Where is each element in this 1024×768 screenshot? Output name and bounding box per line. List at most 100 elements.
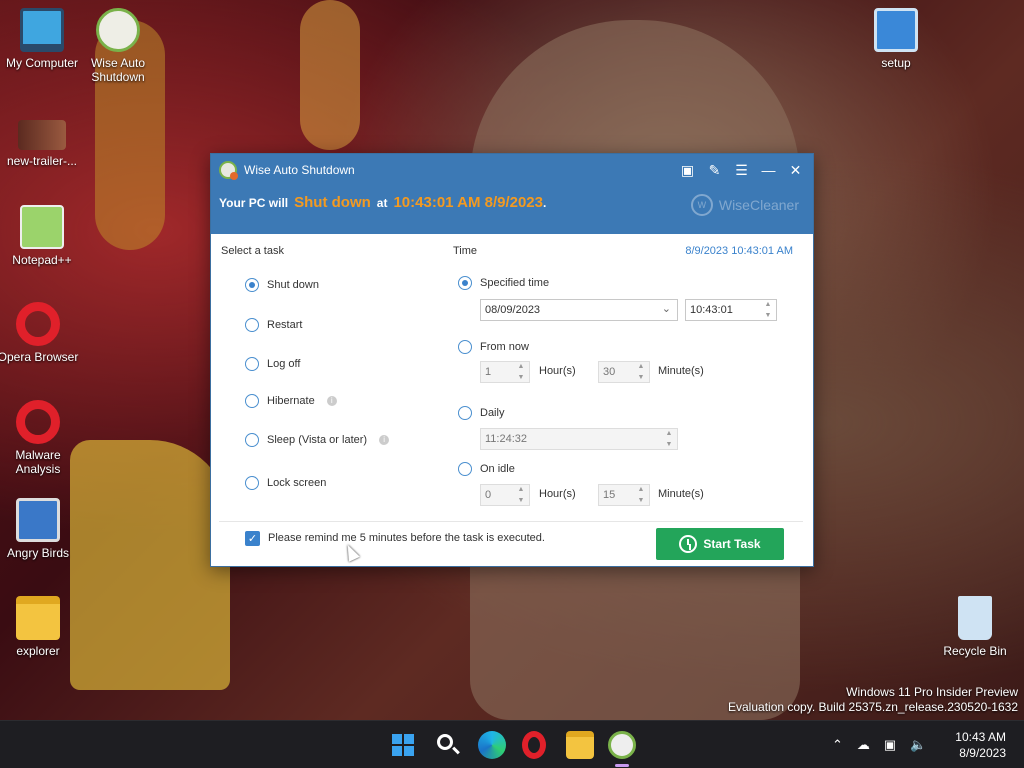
stepper-arrows-icon[interactable]: ▲ ▼ bbox=[515, 486, 527, 504]
from-now-minutes-stepper[interactable]: 30 ▲ ▼ bbox=[598, 361, 650, 383]
task-option-sleep[interactable]: Sleep (Vista or later) i bbox=[245, 433, 390, 447]
desktop-icon-recycle-bin[interactable]: Recycle Bin bbox=[933, 596, 1017, 658]
radio-button[interactable] bbox=[245, 278, 259, 292]
radio-button[interactable] bbox=[245, 394, 259, 408]
info-icon[interactable]: i bbox=[379, 435, 390, 445]
alarm-clock-icon bbox=[96, 8, 140, 52]
stepper-arrows-icon[interactable]: ▲ ▼ bbox=[762, 301, 774, 319]
task-option-log-off[interactable]: Log off bbox=[245, 357, 300, 371]
desktop-icon-label: Recycle Bin bbox=[943, 644, 1007, 658]
idle-minutes-stepper[interactable]: 15 ▲ ▼ bbox=[598, 484, 650, 506]
task-option-label: Hibernate bbox=[267, 395, 315, 407]
brand-name: WiseCleaner bbox=[718, 197, 799, 213]
desktop-icon-label: setup bbox=[881, 56, 911, 70]
desktop-icon-malware-analysis[interactable]: Malware Analysis bbox=[0, 400, 80, 476]
desktop-icon-setup[interactable]: setup bbox=[854, 8, 938, 70]
desktop-icon-label: Opera Browser bbox=[0, 350, 79, 364]
chevron-up-icon[interactable]: ⌃ bbox=[832, 737, 843, 753]
task-option-restart[interactable]: Restart bbox=[245, 318, 302, 332]
hours-value: 1 bbox=[485, 366, 492, 378]
window-body: Select a task Shut down Restart Log off … bbox=[211, 234, 813, 566]
start-task-label: Start Task bbox=[703, 537, 761, 551]
search-icon[interactable] bbox=[434, 731, 462, 759]
file-explorer-icon[interactable] bbox=[566, 731, 594, 759]
minutes-value: 30 bbox=[603, 366, 616, 378]
desktop-icon-wise-auto-shutdown[interactable]: Wise Auto Shutdown bbox=[76, 8, 160, 84]
desktop-icon-explorer[interactable]: explorer bbox=[0, 596, 80, 658]
taskbar-clock[interactable]: 10:43 AM 8/9/2023 bbox=[955, 729, 1006, 761]
notepad-icon bbox=[20, 205, 64, 249]
edit-icon[interactable]: ✎ bbox=[701, 154, 728, 186]
task-option-label: Log off bbox=[267, 358, 301, 370]
opera-icon[interactable] bbox=[522, 731, 546, 759]
radio-button[interactable] bbox=[245, 357, 259, 371]
date-picker[interactable]: 08/09/2023 ⌄ bbox=[480, 299, 678, 321]
status-time: 10:43:01 AM 8/9/2023 bbox=[393, 194, 543, 211]
stepper-arrows-icon[interactable]: ▲ ▼ bbox=[663, 430, 675, 448]
task-option-label: Shut down bbox=[267, 279, 319, 291]
select-task-title: Select a task bbox=[221, 245, 284, 257]
setup-icon bbox=[874, 8, 918, 52]
wallpaper-gold-glow-2 bbox=[300, 0, 360, 150]
watermark-line-2: Evaluation copy. Build 25375.zn_release.… bbox=[728, 700, 1018, 714]
from-now-hours-stepper[interactable]: 1 ▲ ▼ bbox=[480, 361, 530, 383]
radio-button[interactable] bbox=[458, 276, 472, 290]
status-line: Your PC will Shut down at 10:43:01 AM 8/… bbox=[219, 194, 546, 211]
remind-checkbox[interactable]: ✓ bbox=[245, 531, 260, 546]
desktop-icon-notepad-plus-plus[interactable]: Notepad++ bbox=[0, 205, 84, 267]
desktop-icon-label: explorer bbox=[16, 644, 60, 658]
radio-button[interactable] bbox=[245, 318, 259, 332]
radio-button[interactable] bbox=[458, 462, 472, 476]
desktop-icon-angry-birds[interactable]: Angry Birds bbox=[0, 498, 80, 560]
divider bbox=[219, 521, 803, 522]
minimize-icon[interactable]: — bbox=[755, 154, 782, 186]
clock-date: 8/9/2023 bbox=[959, 746, 1006, 760]
edge-icon[interactable] bbox=[478, 731, 506, 759]
time-option-specified[interactable]: Specified time bbox=[458, 276, 549, 290]
time-option-daily[interactable]: Daily bbox=[458, 406, 504, 420]
desktop-icon-new-trailer[interactable]: new-trailer-... bbox=[0, 120, 84, 168]
feedback-icon[interactable]: ▣ bbox=[674, 154, 701, 186]
wise-auto-shutdown-icon[interactable] bbox=[608, 731, 636, 759]
volume-icon[interactable]: 🔈 bbox=[910, 737, 926, 753]
app-logo-icon bbox=[219, 161, 238, 180]
date-value: 08/09/2023 bbox=[485, 304, 541, 316]
close-icon[interactable]: ✕ bbox=[782, 154, 809, 186]
status-suffix: . bbox=[543, 196, 547, 210]
task-option-lock-screen[interactable]: Lock screen bbox=[245, 476, 326, 490]
stepper-arrows-icon[interactable]: ▲ ▼ bbox=[635, 363, 647, 381]
minutes-unit: Minute(s) bbox=[658, 365, 704, 377]
radio-button[interactable] bbox=[245, 433, 259, 447]
radio-button[interactable] bbox=[245, 476, 259, 490]
stepper-arrows-icon[interactable]: ▲ ▼ bbox=[515, 363, 527, 381]
start-task-button[interactable]: Start Task bbox=[656, 528, 784, 560]
chevron-down-icon[interactable]: ⌄ bbox=[662, 302, 671, 315]
task-option-shut-down[interactable]: Shut down bbox=[245, 278, 319, 292]
desktop-icon-label: Notepad++ bbox=[12, 253, 72, 267]
info-icon[interactable]: i bbox=[326, 396, 337, 406]
titlebar[interactable]: Wise Auto Shutdown ▣ ✎ ☰ — ✕ bbox=[211, 154, 813, 186]
task-option-label: Lock screen bbox=[267, 477, 327, 489]
monitor-icon bbox=[20, 8, 64, 52]
active-app-indicator bbox=[615, 764, 629, 767]
task-option-label: Restart bbox=[267, 319, 303, 331]
desktop-icon-opera-browser[interactable]: Opera Browser bbox=[0, 302, 80, 364]
idle-hours-stepper[interactable]: 0 ▲ ▼ bbox=[480, 484, 530, 506]
window-header: Wise Auto Shutdown ▣ ✎ ☰ — ✕ Your PC wil… bbox=[211, 154, 813, 234]
network-icon[interactable]: ▣ bbox=[884, 737, 896, 753]
wisecleaner-logo-icon: W bbox=[690, 194, 713, 216]
windows-start-icon[interactable] bbox=[389, 731, 417, 759]
stepper-arrows-icon[interactable]: ▲ ▼ bbox=[635, 486, 647, 504]
time-option-from-now[interactable]: From now bbox=[458, 340, 529, 354]
taskbar: ⌃ ☁ ▣ 🔈 10:43 AM 8/9/2023 bbox=[0, 720, 1024, 768]
task-option-hibernate[interactable]: Hibernate i bbox=[245, 394, 337, 408]
time-option-on-idle[interactable]: On idle bbox=[458, 462, 515, 476]
installer-icon bbox=[16, 498, 60, 542]
radio-button[interactable] bbox=[458, 340, 472, 354]
daily-time-stepper[interactable]: 11:24:32 ▲ ▼ bbox=[480, 428, 678, 450]
time-stepper[interactable]: 10:43:01 ▲ ▼ bbox=[685, 299, 777, 321]
cloud-off-icon[interactable]: ☁ bbox=[857, 737, 870, 753]
desktop-icon-my-computer[interactable]: My Computer bbox=[0, 8, 84, 70]
radio-button[interactable] bbox=[458, 406, 472, 420]
menu-icon[interactable]: ☰ bbox=[728, 154, 755, 186]
